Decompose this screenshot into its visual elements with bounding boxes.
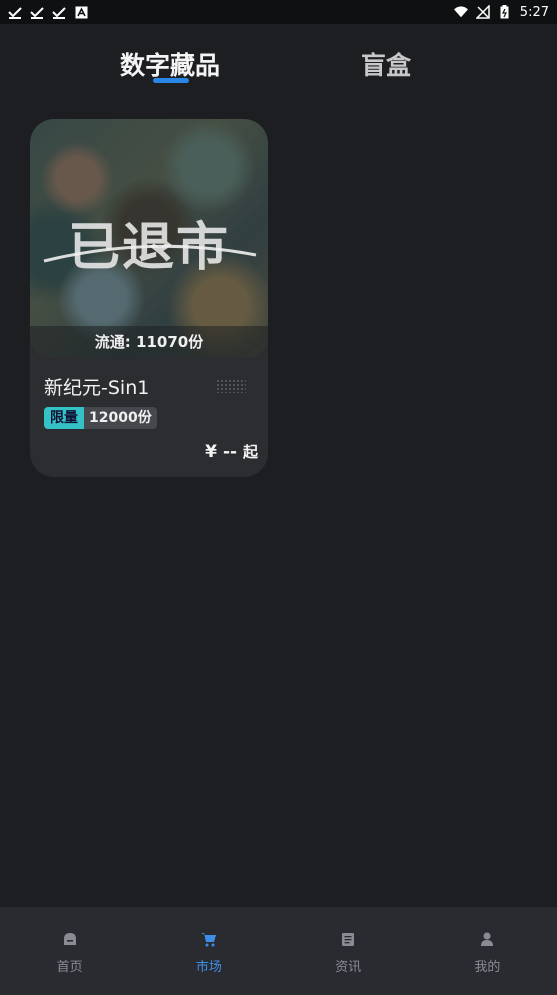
nav-profile-label: 我的 [474, 960, 501, 975]
price-symbol: ¥ [205, 442, 218, 462]
download-done-icon [30, 5, 44, 19]
download-done-icon [52, 5, 66, 19]
status-bar: 5:27 [0, 0, 557, 24]
badge-limited-label: 限量 [44, 407, 84, 429]
home-icon [61, 930, 79, 948]
nav-market[interactable]: 市场 [139, 907, 278, 995]
download-done-icon [8, 5, 22, 19]
tab-blind-box[interactable]: 盲盒 [361, 46, 411, 82]
price: ¥ -- 起 [205, 441, 258, 462]
collectible-card[interactable]: 已退市 流通: 11070份 新纪元-Sin1 限量 12000份 ¥ -- 起 [30, 119, 268, 477]
category-tabs: 数字藏品 盲盒 [0, 40, 557, 90]
badge-count-label: 12000份 [84, 407, 157, 429]
status-time: 5:27 [519, 4, 549, 20]
circulation-label: 流通: 11070份 [30, 326, 268, 358]
cart-icon [200, 930, 218, 948]
no-signal-icon [475, 5, 490, 19]
active-tab-indicator [153, 78, 189, 83]
nav-profile[interactable]: 我的 [418, 907, 557, 995]
app-notification-icon [74, 5, 88, 19]
nav-market-label: 市场 [195, 960, 222, 975]
bottom-navigation: 首页 市场 资讯 我的 [0, 907, 557, 995]
wifi-icon [453, 5, 468, 19]
news-icon [339, 930, 357, 948]
battery-icon [498, 5, 512, 19]
limited-badge: 限量 12000份 [44, 407, 157, 429]
collectible-name: 新纪元-Sin1 [44, 377, 150, 399]
price-suffix: 起 [242, 443, 258, 461]
nav-home[interactable]: 首页 [0, 907, 139, 995]
decorative-dots [216, 379, 246, 393]
nav-news[interactable]: 资讯 [279, 907, 418, 995]
price-value: -- [222, 442, 238, 462]
profile-icon [478, 930, 496, 948]
nav-home-label: 首页 [56, 960, 83, 975]
delisted-swoosh [43, 244, 257, 263]
nav-news-label: 资讯 [335, 960, 362, 975]
collectible-artwork: 已退市 流通: 11070份 [30, 119, 268, 358]
tab-digital-collectibles[interactable]: 数字藏品 [120, 46, 220, 82]
